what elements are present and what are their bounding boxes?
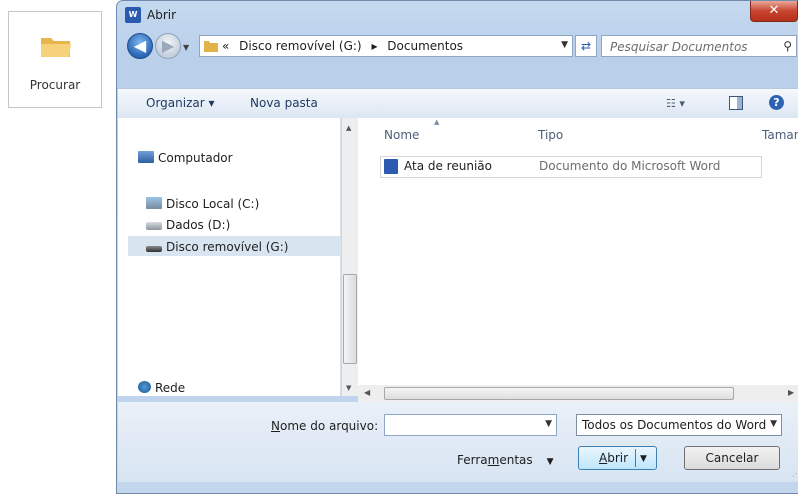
organize-menu[interactable]: Organizar ▾ [146,96,215,110]
local-disk-icon [146,197,162,209]
filename-dropdown-icon[interactable]: ▼ [545,419,552,429]
navigation-pane: Computador Disco Local (C:) Dados (D:) D… [118,118,342,396]
column-header-type[interactable]: Tipo [538,128,563,142]
title-bar: W Abrir ✕ [117,1,798,31]
breadcrumb-overflow[interactable]: « [222,39,229,53]
open-dropdown-icon[interactable]: ▼ [640,448,647,470]
nav-label-removable-disk: Disco removível (G:) [166,240,289,254]
search-input[interactable] [608,38,772,56]
breadcrumb-drive[interactable]: Disco removível (G:) [239,39,361,53]
dialog-footer: Nome do arquivo: ▼ Todos os Documentos d… [118,402,798,482]
nav-item-removable-disk[interactable]: Disco removível (G:) [146,240,288,254]
column-header-size[interactable]: Taman [762,128,798,142]
address-dropdown-icon[interactable]: ▼ [561,40,568,50]
tools-menu[interactable]: Ferramentas ▼ [457,453,554,467]
file-type-value: Todos os Documentos do Word [582,418,767,432]
open-split-divider [635,449,636,467]
nav-label-computer: Computador [158,151,233,165]
recent-locations-dropdown[interactable]: ▼ [183,43,189,52]
nav-label-data-drive: Dados (D:) [166,218,231,232]
nav-scroll-thumb[interactable] [343,274,357,364]
search-box[interactable]: ⚲ [601,35,797,57]
browse-tile[interactable]: Procurar [8,11,102,108]
open-label: Abrir [599,451,629,465]
nav-item-data-drive[interactable]: Dados (D:) [146,218,230,232]
close-button[interactable]: ✕ [750,1,798,22]
file-row[interactable]: Ata de reunião Documento do Microsoft Wo… [380,156,762,178]
file-list: Nome ▲ Tipo Taman Ata de reunião Documen… [358,118,798,385]
back-button[interactable]: ◀ [127,33,153,59]
command-toolbar: Organizar ▾ Nova pasta ☷ ▾ ? [118,88,798,120]
cancel-button[interactable]: Cancelar [684,446,780,470]
new-folder-button[interactable]: Nova pasta [250,96,318,110]
address-bar[interactable]: « Disco removível (G:) ▸ Documentos ▼ [199,35,573,57]
scroll-right-icon[interactable]: ▶ [788,388,794,397]
file-scroll-thumb[interactable] [384,387,734,400]
nav-label-network: Rede [155,381,186,395]
folder-icon [204,41,218,52]
column-header-name[interactable]: Nome [384,128,419,142]
network-icon [138,381,151,393]
open-dialog: W Abrir ✕ ◀ ▶ ▼ « Disco removível (G:) ▸… [116,0,798,494]
file-horizontal-scrollbar[interactable]: ◀ ▶ [358,385,798,402]
scroll-down-icon[interactable]: ▼ [346,384,351,392]
tools-dropdown-icon: ▼ [546,457,554,467]
nav-label-local-disk: Disco Local (C:) [166,197,260,211]
help-icon[interactable]: ? [769,95,784,110]
nav-item-local-disk[interactable]: Disco Local (C:) [146,197,259,211]
nav-vertical-scrollbar[interactable]: ▲ ▼ [341,118,359,396]
refresh-button[interactable]: ⇄ [575,35,597,57]
dialog-title: Abrir [147,8,177,22]
view-options-icon[interactable]: ☷ ▾ [666,97,685,110]
removable-drive-icon [146,246,162,252]
drive-icon [146,222,162,230]
open-button[interactable]: Abrir ▼ [578,446,657,470]
file-type-select[interactable]: Todos os Documentos do Word ▼ [576,414,782,436]
breadcrumb-separator[interactable]: ▸ [371,39,377,53]
filename-input[interactable]: ▼ [384,414,557,436]
resize-grip-icon[interactable]: ⋰ [792,469,798,478]
breadcrumb: « Disco removível (G:) ▸ Documentos [222,39,469,53]
preview-pane-icon[interactable] [729,96,743,110]
file-name: Ata de reunião [404,159,492,173]
file-type-dropdown-icon[interactable]: ▼ [770,419,777,429]
nav-item-computer[interactable]: Computador [138,151,233,165]
search-icon[interactable]: ⚲ [783,39,792,53]
word-app-icon: W [125,7,141,23]
scroll-up-icon[interactable]: ▲ [346,124,351,132]
filename-label: Nome do arquivo: [271,419,379,433]
forward-button[interactable]: ▶ [155,33,181,59]
nav-item-network[interactable]: Rede [138,381,185,395]
file-type: Documento do Microsoft Word [539,159,721,173]
word-document-icon [384,159,398,174]
scroll-left-icon[interactable]: ◀ [364,388,370,397]
browse-label: Procurar [29,78,81,92]
folder-icon [41,38,71,57]
breadcrumb-folder[interactable]: Documentos [387,39,463,53]
computer-icon [138,151,154,163]
sort-ascending-icon: ▲ [434,118,440,126]
